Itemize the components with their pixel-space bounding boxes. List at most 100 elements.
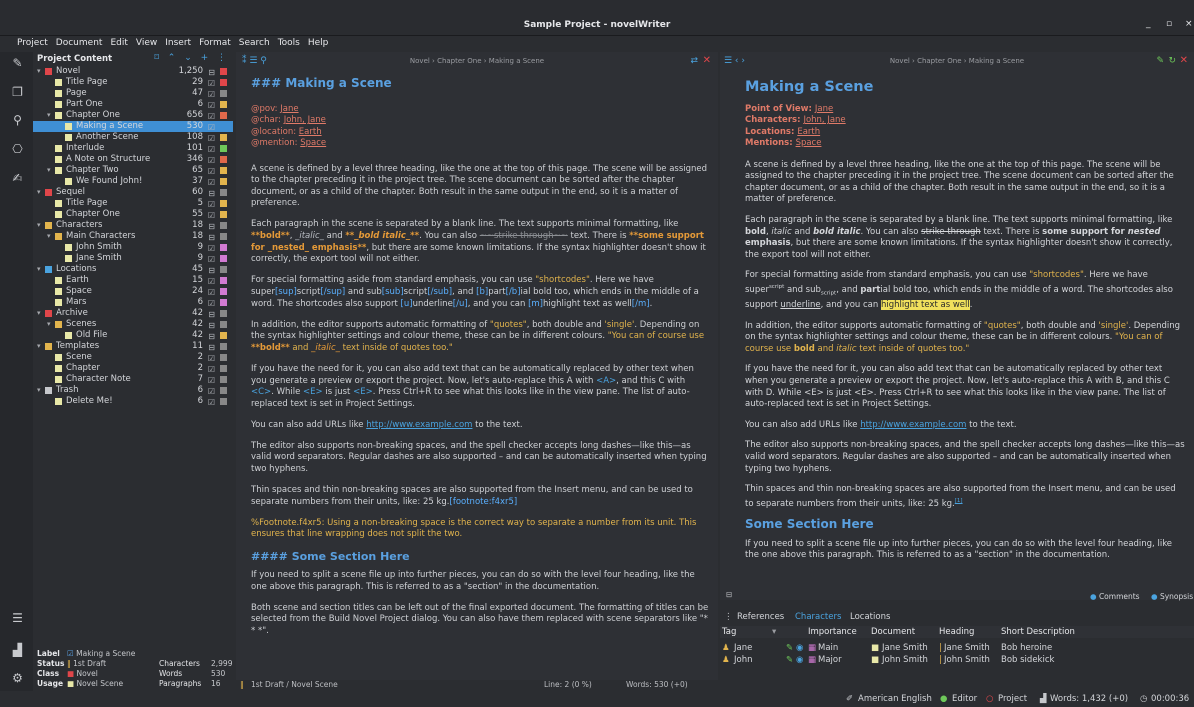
expand-arrow-icon[interactable]: ▾ bbox=[37, 385, 41, 396]
menu-edit[interactable]: Edit bbox=[110, 38, 127, 48]
tree-item[interactable]: Character Note 7 ☑ bbox=[33, 374, 233, 385]
tree-item[interactable]: Part One 6 ☑ bbox=[33, 99, 233, 110]
edit-icon[interactable]: ✎ bbox=[786, 655, 793, 666]
edit-project-icon[interactable]: ✎ bbox=[11, 57, 24, 70]
edit-icon[interactable]: ✎ bbox=[786, 643, 793, 654]
tree-item[interactable]: ▾ Main Characters 18 ⊟ bbox=[33, 231, 233, 242]
col-tag[interactable]: Tag bbox=[722, 627, 736, 637]
view-icon[interactable]: ◉ bbox=[796, 643, 803, 654]
tree-item-label: Making a Scene bbox=[76, 121, 144, 131]
tree-item[interactable]: ▾ Characters 18 ⊟ bbox=[33, 220, 233, 231]
tree-item[interactable]: Interlude 101 ☑ bbox=[33, 143, 233, 154]
status-language[interactable]: American English bbox=[858, 694, 932, 704]
expand-arrow-icon[interactable]: ▾ bbox=[47, 110, 51, 121]
editor-status-icon: ● bbox=[940, 694, 948, 704]
expand-arrow-icon[interactable]: ▾ bbox=[37, 308, 41, 319]
outline-icon[interactable]: ☰ bbox=[11, 612, 24, 625]
tree-item[interactable]: Old File 42 ⊟ bbox=[33, 330, 233, 341]
active-checkbox-icon[interactable]: ☑ bbox=[208, 397, 215, 408]
tree-item[interactable]: Title Page 5 ☑ bbox=[33, 198, 233, 209]
settings-icon[interactable]: ⚙ bbox=[11, 672, 24, 685]
col-description[interactable]: Short Description bbox=[1001, 627, 1075, 637]
expand-arrow-icon[interactable]: ▾ bbox=[37, 187, 41, 198]
tree-item[interactable]: ▾ Scenes 42 ⊟ bbox=[33, 319, 233, 330]
close-button[interactable]: × bbox=[1185, 19, 1193, 29]
tree-item[interactable]: Page 47 ☑ bbox=[33, 88, 233, 99]
menu-format[interactable]: Format bbox=[199, 38, 231, 48]
tree-item[interactable]: Making a Scene 530 ☑ bbox=[33, 121, 233, 132]
menu-document[interactable]: Document bbox=[56, 38, 103, 48]
editor-close-icon[interactable]: ✕ bbox=[703, 55, 711, 66]
menu-tools[interactable]: Tools bbox=[278, 38, 300, 48]
tree-item[interactable]: ▾ Archive 42 ⊟ bbox=[33, 308, 233, 319]
document-viewer[interactable]: ☰ ‹ › Novel › Chapter One › Making a Sce… bbox=[720, 52, 1194, 600]
status-marker-icon bbox=[220, 343, 227, 350]
tab-references[interactable]: References bbox=[737, 612, 784, 622]
sort-icon[interactable]: ▾ bbox=[772, 627, 776, 637]
tree-item[interactable]: ▾ Locations 45 ⊟ bbox=[33, 264, 233, 275]
tree-item[interactable]: Delete Me! 6 ☑ bbox=[33, 396, 233, 407]
tree-item[interactable]: ▾ Chapter Two 65 ☑ bbox=[33, 165, 233, 176]
col-importance[interactable]: Importance bbox=[808, 627, 857, 637]
expand-arrow-icon[interactable]: ▾ bbox=[47, 165, 51, 176]
expand-arrow-icon[interactable]: ▾ bbox=[47, 319, 51, 330]
viewer-footer-icon[interactable]: ⊟ bbox=[726, 590, 732, 599]
tree-item[interactable]: ▾ Chapter One 656 ☑ bbox=[33, 110, 233, 121]
tab-characters[interactable]: Characters bbox=[795, 612, 841, 622]
maximize-button[interactable]: ▫ bbox=[1166, 19, 1172, 29]
tree-item-label: Another Scene bbox=[76, 132, 139, 142]
expand-arrow-icon[interactable]: ▾ bbox=[37, 66, 41, 77]
tree-item[interactable]: Another Scene 108 ☑ bbox=[33, 132, 233, 143]
table-row[interactable]: ♟ Jane ✎ ◉ ▦ Main ■ Jane Smith | Jane Sm… bbox=[720, 643, 1194, 654]
menu-project[interactable]: Project bbox=[17, 38, 48, 48]
tree-item[interactable]: Mars 6 ☑ bbox=[33, 297, 233, 308]
tree-item[interactable]: Chapter 2 ☑ bbox=[33, 363, 233, 374]
menu-insert[interactable]: Insert bbox=[165, 38, 191, 48]
tree-item[interactable]: Space 24 ☑ bbox=[33, 286, 233, 297]
tree-item[interactable]: ▾ Novel 1,250 ⊟ bbox=[33, 66, 233, 77]
stats-icon[interactable]: ▟ bbox=[11, 644, 24, 657]
menu-view[interactable]: View bbox=[136, 38, 157, 48]
tree-item[interactable]: Jane Smith 9 ☑ bbox=[33, 253, 233, 264]
tab-locations[interactable]: Locations bbox=[850, 612, 890, 622]
tree-item[interactable]: A Note on Structure 346 ☑ bbox=[33, 154, 233, 165]
editor-sync-icon[interactable]: ⇄ bbox=[690, 56, 698, 66]
tree-item[interactable]: Scene 2 ☑ bbox=[33, 352, 233, 363]
build-icon[interactable]: ⎔ bbox=[11, 143, 24, 156]
comments-toggle[interactable]: ● Comments bbox=[1090, 592, 1140, 601]
write-icon[interactable]: ✍ bbox=[11, 172, 24, 185]
panel-menu-icon[interactable]: ⋮ bbox=[724, 612, 733, 622]
viewer-refresh-icon[interactable]: ↻ bbox=[1168, 56, 1176, 66]
editor-url-link[interactable]: http://www.example.com bbox=[366, 420, 472, 430]
expand-arrow-icon[interactable]: ▾ bbox=[37, 341, 41, 352]
col-document[interactable]: Document bbox=[871, 627, 915, 637]
document-editor[interactable]: ⁑ ☰ ⚲ Novel › Chapter One › Making a Sce… bbox=[236, 52, 718, 680]
expand-arrow-icon[interactable]: ▾ bbox=[37, 264, 41, 275]
viewer-edit-icon[interactable]: ✎ bbox=[1156, 56, 1164, 66]
synopsis-toggle[interactable]: ● Synopsis bbox=[1151, 592, 1193, 601]
tree-item[interactable]: ▾ Sequel 60 ⊟ bbox=[33, 187, 233, 198]
menu-search[interactable]: Search bbox=[239, 38, 270, 48]
tree-item[interactable]: Earth 15 ☑ bbox=[33, 275, 233, 286]
viewer-url-link[interactable]: http://www.example.com bbox=[860, 420, 966, 430]
tree-item[interactable]: Chapter One 55 ☑ bbox=[33, 209, 233, 220]
viewer-footnote-link[interactable]: [1] bbox=[955, 498, 963, 504]
search-icon[interactable]: ⚲ bbox=[11, 114, 24, 127]
tree-item[interactable]: We Found John! 37 ☑ bbox=[33, 176, 233, 187]
minimize-button[interactable]: _ bbox=[1146, 19, 1151, 29]
expand-arrow-icon[interactable]: ▾ bbox=[37, 220, 41, 231]
table-row[interactable]: ♟ John ✎ ◉ ▦ Major ■ John Smith | John S… bbox=[720, 655, 1194, 666]
tree-item[interactable]: John Smith 9 ☑ bbox=[33, 242, 233, 253]
view-icon[interactable]: ◉ bbox=[796, 655, 803, 666]
menu-help[interactable]: Help bbox=[308, 38, 329, 48]
tree-item[interactable]: ▾ Trash 6 ☑ bbox=[33, 385, 233, 396]
tree-toolbar-icons[interactable]: ⌑ ⌃ ⌄ + ⋮ bbox=[154, 53, 229, 63]
col-heading[interactable]: Heading bbox=[939, 627, 974, 637]
tree-item[interactable]: ▾ Templates 11 ⊟ bbox=[33, 341, 233, 352]
viewer-close-icon[interactable]: ✕ bbox=[1180, 55, 1188, 66]
tree-item[interactable]: Title Page 29 ☑ bbox=[33, 77, 233, 88]
expand-arrow-icon[interactable]: ▾ bbox=[47, 231, 51, 242]
item-type-icon bbox=[45, 189, 52, 196]
editor-text[interactable]: ### Making a Scene @pov: Jane @char: Joh… bbox=[251, 77, 709, 647]
project-view-icon[interactable]: ❐ bbox=[11, 86, 24, 99]
